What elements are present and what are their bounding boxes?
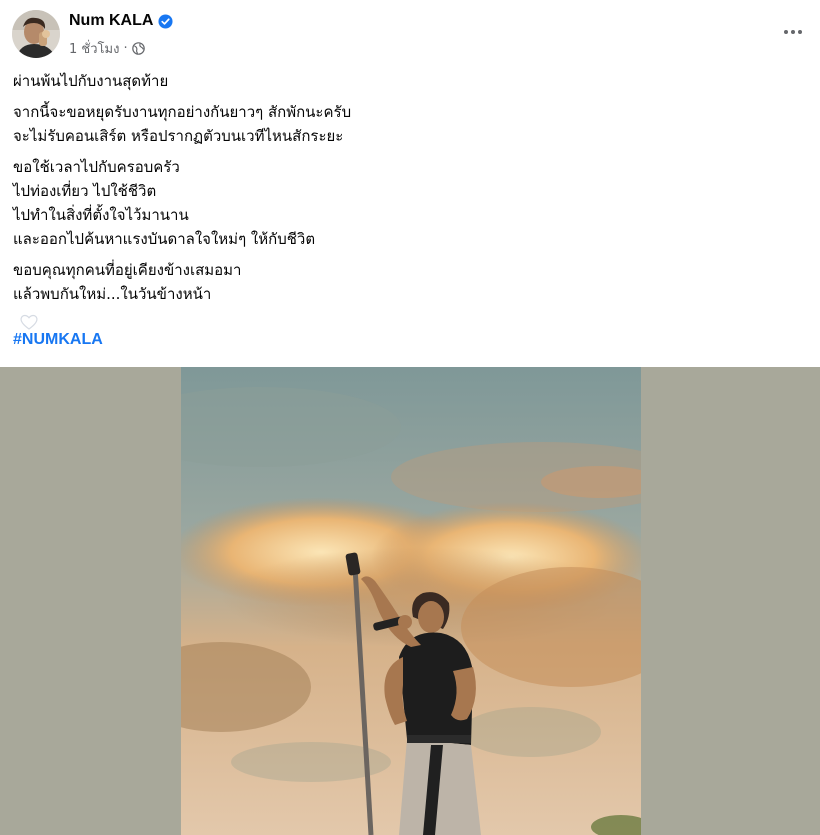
meta-separator: · xyxy=(123,41,128,56)
post-line: และออกไปค้นหาแรงบันดาลใจใหม่ๆ ให้กับชีวิ… xyxy=(13,230,316,248)
globe-icon[interactable] xyxy=(131,42,145,55)
concert-photo[interactable] xyxy=(181,367,641,835)
post-line: ขอใช้เวลาไปกับครอบครัว xyxy=(13,158,180,176)
post-line: ไปท่องเที่ยว ไปใช้ชีวิต xyxy=(13,182,157,200)
author-name[interactable]: Num KALA xyxy=(69,12,153,30)
post-line: ขอบคุณทุกคนที่อยู่เคียงข้างเสมอมา xyxy=(13,261,242,279)
verified-badge-icon xyxy=(158,13,173,29)
post-paragraph: ผ่านพ้นไปกับงานสุดท้าย xyxy=(13,69,803,93)
facebook-post: Num KALA 1 ชั่วโมง · ผ่านพ้นไปกับงานสุดท… xyxy=(0,0,820,835)
hashtag-link[interactable]: #NUMKALA xyxy=(13,331,103,349)
post-meta: 1 ชั่วโมง · xyxy=(69,38,145,59)
post-line: ผ่านพ้นไปกับงานสุดท้าย xyxy=(13,72,169,90)
more-options-icon[interactable] xyxy=(778,20,808,44)
post-line: ไปทำในสิ่งที่ตั้งใจไว้มานาน xyxy=(13,206,189,224)
author-avatar[interactable] xyxy=(12,10,60,58)
post-message: ผ่านพ้นไปกับงานสุดท้าย จากนี้จะขอหยุดรับ… xyxy=(13,69,803,313)
post-timestamp[interactable]: 1 ชั่วโมง xyxy=(69,38,119,59)
post-line: จะไม่รับคอนเสิร์ต หรือปรากฏตัวบนเวทีไหนส… xyxy=(13,127,344,145)
author-name-row: Num KALA xyxy=(69,12,173,30)
more-dot xyxy=(798,30,802,34)
post-paragraph: จากนี้จะขอหยุดรับงานทุกอย่างกันยาวๆ สักพ… xyxy=(13,100,803,148)
post-paragraph: ขอบคุณทุกคนที่อยู่เคียงข้างเสมอมา แล้วพบ… xyxy=(13,258,803,306)
more-dot xyxy=(791,30,795,34)
more-dot xyxy=(784,30,788,34)
post-header: Num KALA 1 ชั่วโมง · xyxy=(12,10,808,62)
white-heart-icon xyxy=(19,312,39,332)
post-line: แล้วพบกันใหม่...ในวันข้างหน้า xyxy=(13,285,212,303)
post-paragraph: ขอใช้เวลาไปกับครอบครัว ไปท่องเที่ยว ไปใช… xyxy=(13,155,803,251)
post-line: จากนี้จะขอหยุดรับงานทุกอย่างกันยาวๆ สักพ… xyxy=(13,103,352,121)
post-media[interactable] xyxy=(0,367,820,835)
